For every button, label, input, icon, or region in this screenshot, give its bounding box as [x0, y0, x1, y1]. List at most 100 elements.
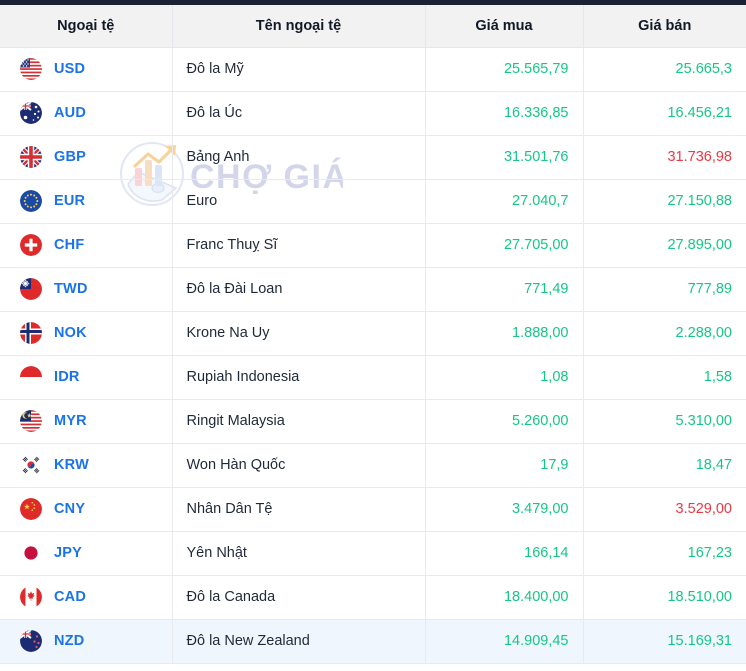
flag-id-icon	[20, 366, 42, 388]
table-row[interactable]: NOK Krone Na Uy 1.888,00 2.288,00	[0, 310, 746, 356]
sell-price: 18,47	[695, 457, 732, 473]
column-header-sell-price[interactable]: Giá bán	[582, 5, 746, 48]
exchange-rate-page: CHỢ GIÁ Ngoại tệ Tên ngoại tệ Giá mua Gi…	[0, 0, 746, 671]
sell-price-cell: 27.895,00	[582, 222, 746, 268]
sell-price: 16.456,21	[667, 105, 732, 121]
currency-name-cell: Đô la Mỹ	[171, 46, 426, 92]
currency-name-cell: Won Hàn Quốc	[171, 442, 426, 488]
table-row[interactable]: KRW Won Hàn Quốc 17,9 18,47	[0, 442, 746, 488]
currency-cell[interactable]: CAD	[0, 574, 173, 620]
buy-price: 17,9	[540, 457, 569, 473]
flag-ca-icon	[20, 586, 42, 608]
sell-price-cell: 18.510,00	[582, 574, 746, 620]
sell-price-cell: 16.456,21	[582, 90, 746, 136]
table-row[interactable]: GBP Bảng Anh 31.501,76 31.736,98	[0, 134, 746, 180]
currency-code: MYR	[54, 413, 87, 429]
buy-price: 1,08	[540, 369, 569, 385]
sell-price-cell: 5.310,00	[582, 398, 746, 444]
flag-gb-icon	[20, 146, 42, 168]
currency-name: Đô la Úc	[186, 105, 243, 121]
currency-cell[interactable]: TWD	[0, 266, 173, 312]
currency-name: Franc Thuỵ Sĩ	[186, 237, 278, 253]
flag-au-icon	[20, 102, 42, 124]
table-row[interactable]: MYR Ringit Malaysia 5.260,00 5.310,00	[0, 398, 746, 444]
currency-code: KRW	[54, 457, 89, 473]
currency-cell[interactable]: AUD	[0, 90, 173, 136]
currency-cell[interactable]: MYR	[0, 398, 173, 444]
currency-code: CAD	[54, 589, 87, 605]
currency-code: JPY	[54, 545, 83, 561]
sell-price-cell: 3.529,00	[582, 486, 746, 532]
currency-name-cell: Euro	[171, 178, 426, 224]
sell-price-cell: 27.150,88	[582, 178, 746, 224]
currency-code: TWD	[54, 281, 88, 297]
currency-cell[interactable]: NOK	[0, 310, 173, 356]
currency-cell[interactable]: JPY	[0, 530, 173, 576]
flag-jp-icon	[20, 542, 42, 564]
currency-cell[interactable]: CNY	[0, 486, 173, 532]
currency-code: GBP	[54, 149, 87, 165]
table-row[interactable]: CAD Đô la Canada 18.400,00 18.510,00	[0, 574, 746, 620]
sell-price-cell: 1,58	[582, 354, 746, 400]
currency-code: CHF	[54, 237, 85, 253]
sell-price: 18.510,00	[667, 589, 732, 605]
sell-price: 27.895,00	[667, 237, 732, 253]
currency-name-cell: Yên Nhật	[171, 530, 426, 576]
flag-my-icon	[20, 410, 42, 432]
currency-cell[interactable]: CHF	[0, 222, 173, 268]
column-header-currency[interactable]: Ngoại tệ	[0, 5, 173, 48]
table-row[interactable]: NZD Đô la New Zealand 14.909,45 15.169,31	[0, 618, 746, 664]
sell-price: 3.529,00	[675, 501, 732, 517]
currency-name: Krone Na Uy	[186, 325, 270, 341]
currency-name: Đô la New Zealand	[186, 633, 310, 649]
table-header: Ngoại tệ Tên ngoại tệ Giá mua Giá bán	[0, 5, 746, 48]
sell-price: 167,23	[687, 545, 732, 561]
table-row[interactable]: CNY Nhân Dân Tệ 3.479,00 3.529,00	[0, 486, 746, 532]
sell-price-cell: 15.169,31	[582, 618, 746, 664]
flag-eu-icon	[20, 190, 42, 212]
currency-name: Euro	[186, 193, 218, 209]
table-row[interactable]: CHF Franc Thuỵ Sĩ 27.705,00 27.895,00	[0, 222, 746, 268]
table-body: USD Đô la Mỹ 25.565,79 25.665,3 AUD Đô la Úc…	[0, 46, 746, 664]
currency-cell[interactable]: NZD	[0, 618, 173, 664]
table-row[interactable]: AUD Đô la Úc 16.336,85 16.456,21	[0, 90, 746, 136]
sell-price: 31.736,98	[667, 149, 732, 165]
currency-cell[interactable]: KRW	[0, 442, 173, 488]
currency-name-cell: Đô la New Zealand	[171, 618, 426, 664]
column-header-currency-name[interactable]: Tên ngoại tệ	[171, 5, 426, 48]
currency-cell[interactable]: IDR	[0, 354, 173, 400]
buy-price: 16.336,85	[503, 105, 569, 121]
buy-price-cell: 27.040,7	[424, 178, 584, 224]
buy-price-cell: 1,08	[424, 354, 584, 400]
buy-price: 166,14	[524, 545, 569, 561]
column-header-buy-price[interactable]: Giá mua	[424, 5, 584, 48]
currency-cell[interactable]: GBP	[0, 134, 173, 180]
buy-price-cell: 3.479,00	[424, 486, 584, 532]
table-row[interactable]: JPY Yên Nhật 166,14 167,23	[0, 530, 746, 576]
sell-price-cell: 31.736,98	[582, 134, 746, 180]
currency-name: Đô la Canada	[186, 589, 276, 605]
buy-price-cell: 5.260,00	[424, 398, 584, 444]
table-row[interactable]: IDR Rupiah Indonesia 1,08 1,58	[0, 354, 746, 400]
table-row[interactable]: TWD Đô la Đài Loan 771,49 777,89	[0, 266, 746, 312]
currency-cell[interactable]: USD	[0, 46, 173, 92]
sell-price: 5.310,00	[675, 413, 732, 429]
currency-cell[interactable]: EUR	[0, 178, 173, 224]
sell-price: 15.169,31	[667, 633, 732, 649]
currency-name: Nhân Dân Tệ	[186, 501, 273, 517]
sell-price: 25.665,3	[675, 61, 732, 77]
currency-code: USD	[54, 61, 86, 77]
buy-price: 3.479,00	[512, 501, 569, 517]
buy-price: 31.501,76	[503, 149, 569, 165]
flag-cn-icon	[20, 498, 42, 520]
currency-code: NOK	[54, 325, 87, 341]
top-dark-bar	[0, 0, 746, 5]
buy-price: 25.565,79	[503, 61, 569, 77]
table-row[interactable]: USD Đô la Mỹ 25.565,79 25.665,3	[0, 46, 746, 92]
buy-price-cell: 17,9	[424, 442, 584, 488]
currency-name-cell: Ringit Malaysia	[171, 398, 426, 444]
buy-price: 771,49	[524, 281, 569, 297]
buy-price: 14.909,45	[503, 633, 569, 649]
table-row[interactable]: EUR Euro 27.040,7 27.150,88	[0, 178, 746, 224]
flag-tw-icon	[20, 278, 42, 300]
